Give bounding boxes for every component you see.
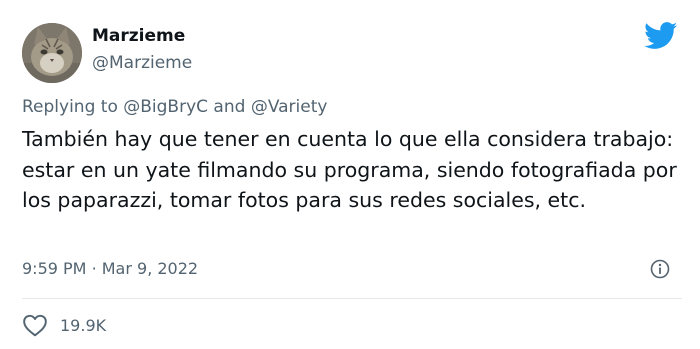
reply-and: and [213,97,246,117]
info-icon[interactable] [650,259,670,279]
twitter-bird-icon[interactable] [644,22,678,50]
like-button[interactable]: 19.9K [22,313,106,337]
tweet-text: También hay que tener en cuenta lo que e… [22,127,677,212]
tweet-timestamp[interactable]: 9:59 PM · Mar 9, 2022 [22,259,198,278]
meta-separator: · [91,259,97,278]
reply-prefix: Replying to [22,97,118,117]
cat-avatar-image [22,23,82,83]
like-count: 19.9K [60,315,107,335]
avatar[interactable] [22,23,82,83]
mention-link[interactable]: @Variety [251,97,328,117]
author-handle[interactable]: @Marzieme [92,53,192,73]
tweet-date: Mar 9, 2022 [101,259,199,278]
divider [22,298,682,299]
heart-icon [23,314,47,337]
author-name[interactable]: Marzieme [92,26,185,46]
tweet-time: 9:59 PM [22,259,87,278]
tweet-card: Marzieme @Marzieme Replying to @BigBryC … [0,0,700,349]
replying-to: Replying to @BigBryC and @Variety [22,97,327,117]
mention-link[interactable]: @BigBryC [123,97,208,117]
